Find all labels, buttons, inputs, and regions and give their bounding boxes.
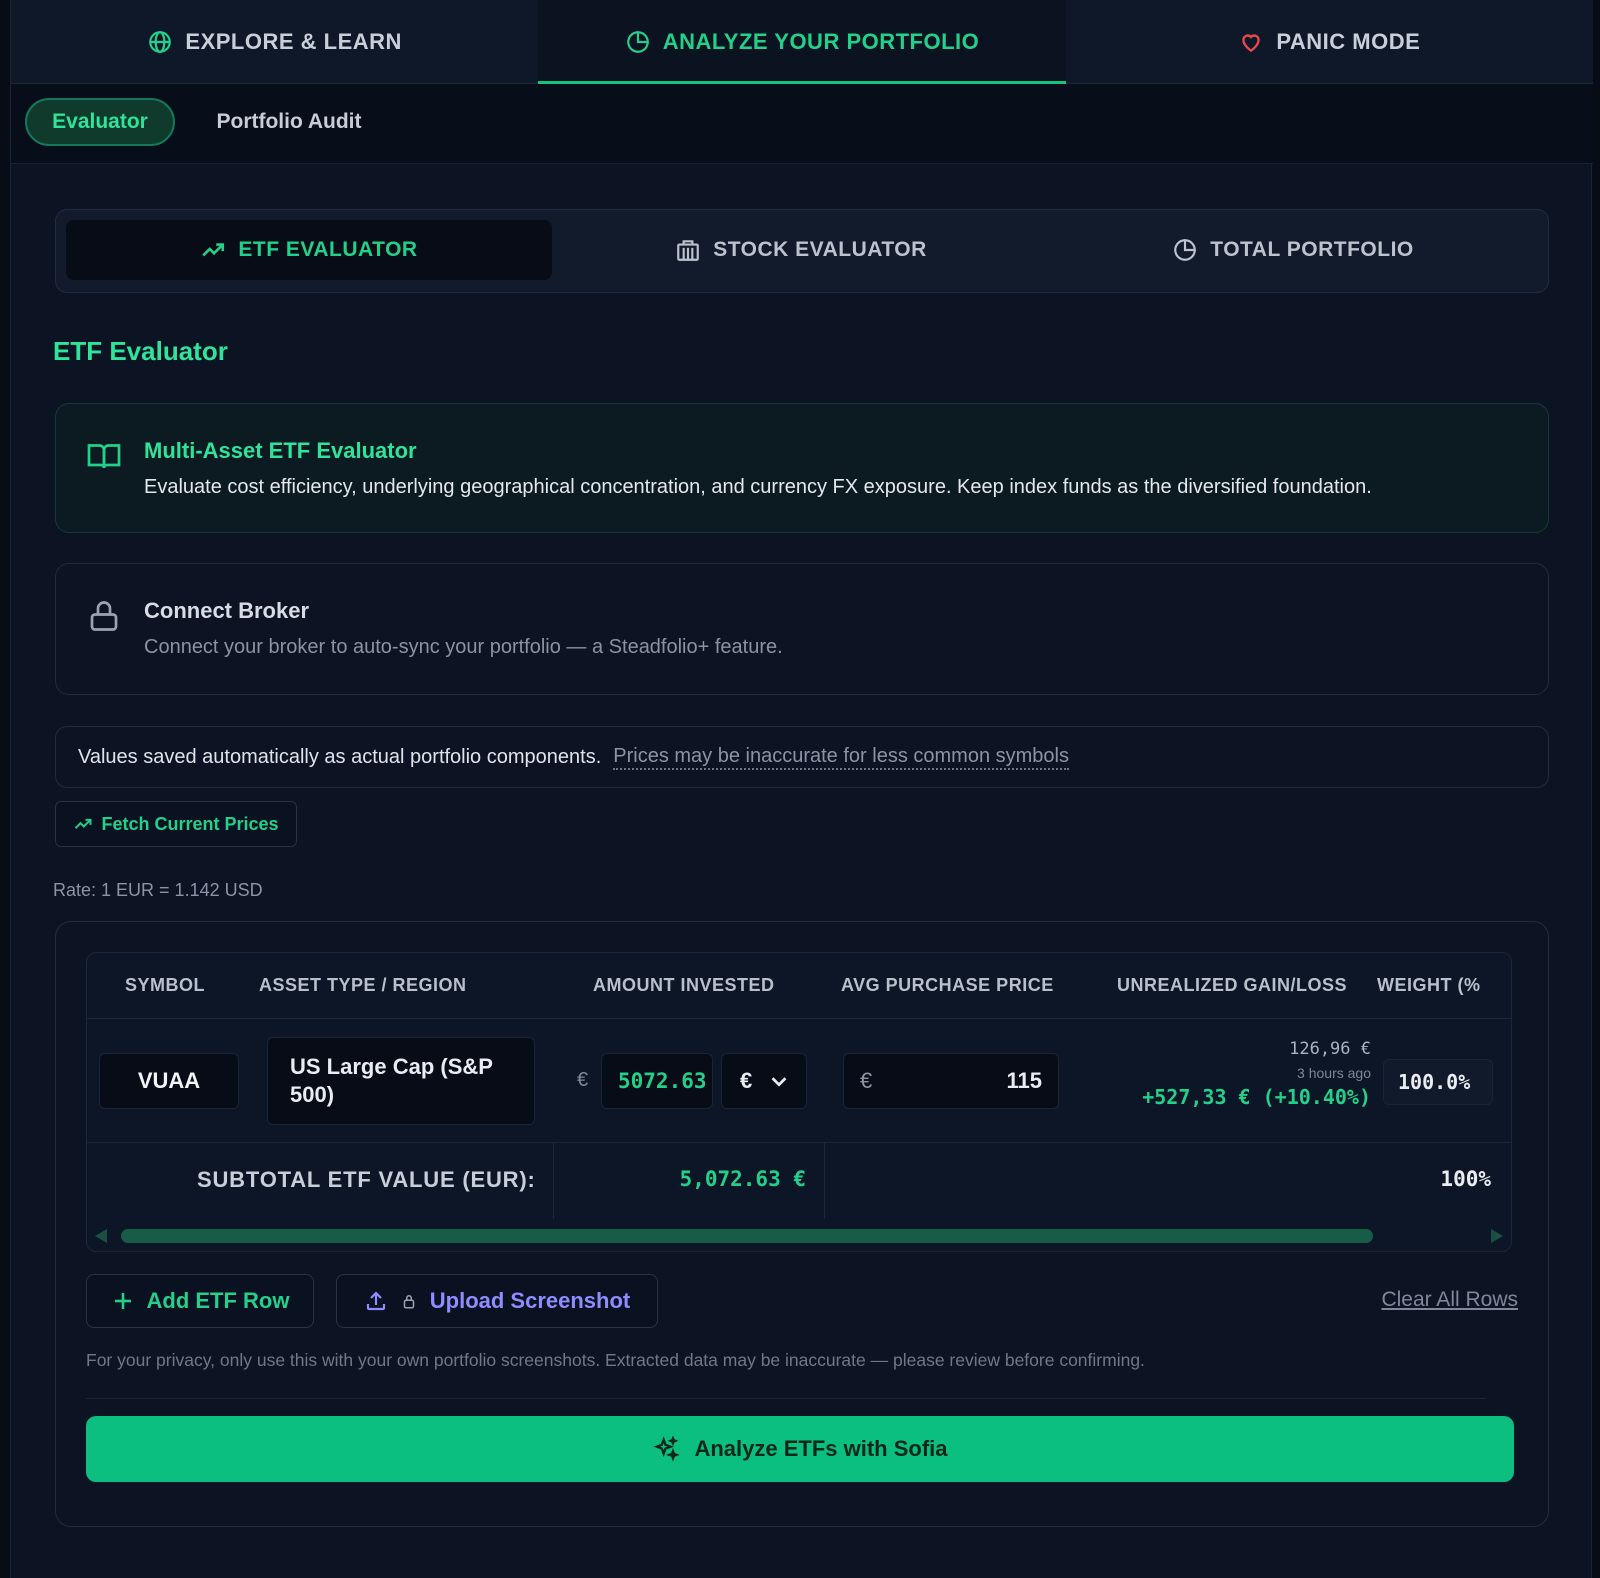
tab-label: ANALYZE YOUR PORTFOLIO — [662, 28, 980, 54]
symbol-input[interactable]: VUAA — [99, 1053, 239, 1109]
info-card-title: Multi-Asset ETF Evaluator — [144, 438, 417, 463]
header-unrealized-gain: UNREALIZED GAIN/LOSS — [1117, 975, 1348, 995]
fetch-prices-button[interactable]: Fetch Current Prices — [55, 801, 297, 847]
tab-stock-evaluator[interactable]: STOCK EVALUATOR — [556, 220, 1046, 280]
fx-rate: Rate: 1 EUR = 1.142 USD — [53, 880, 263, 900]
privacy-note: For your privacy, only use this with you… — [86, 1350, 1145, 1370]
trending-up-icon — [202, 243, 225, 257]
currency-value: € — [740, 1068, 753, 1093]
chevron-down-icon — [771, 1077, 787, 1087]
book-open-icon — [87, 444, 121, 469]
subtotal-weight: 100% — [1440, 1167, 1491, 1191]
broker-card-title: Connect Broker — [144, 598, 310, 623]
pie-chart-icon — [1174, 239, 1197, 261]
tab-analyze-portfolio[interactable]: ANALYZE YOUR PORTFOLIO — [538, 0, 1066, 84]
pill-portfolio-audit[interactable]: Portfolio Audit — [189, 98, 389, 146]
horizontal-scrollbar[interactable] — [87, 1219, 1511, 1251]
plus-icon — [114, 1293, 131, 1309]
current-price: 126,96 € — [1289, 1039, 1371, 1059]
avg-price-input[interactable]: € 115 — [843, 1053, 1059, 1109]
scrollbar-thumb[interactable] — [121, 1229, 1373, 1243]
notice-text: Values saved automatically as actual por… — [78, 745, 602, 768]
subtotal-value-cell: 5,072.63 € — [553, 1143, 825, 1219]
scroll-left-icon[interactable] — [95, 1229, 107, 1243]
price-updated-time: 3 hours ago — [1297, 1065, 1371, 1081]
sparkles-icon — [653, 1435, 681, 1462]
divider — [86, 1398, 1486, 1399]
header-weight: WEIGHT (% — [1377, 975, 1481, 995]
heart-icon — [1242, 33, 1261, 52]
amount-currency-label: € — [577, 1069, 589, 1091]
subtotal-value: 5,072.63 € — [679, 1167, 806, 1191]
scroll-right-icon[interactable] — [1491, 1229, 1503, 1243]
building-icon — [677, 240, 700, 261]
tab-etf-evaluator[interactable]: ETF EVALUATOR — [66, 220, 552, 280]
etf-table: SYMBOL ASSET TYPE / REGION AMOUNT INVEST… — [86, 952, 1512, 1252]
page-title: ETF Evaluator — [53, 336, 228, 366]
analyze-etfs-label: Analyze ETFs with Sofia — [694, 1436, 948, 1461]
top-nav: EXPLORE & LEARN ANALYZE YOUR PORTFOLIO P… — [11, 0, 1593, 84]
pill-evaluator[interactable]: Evaluator — [25, 98, 175, 146]
tab-label: ETF EVALUATOR — [238, 238, 418, 261]
tab-label: STOCK EVALUATOR — [713, 238, 927, 261]
tab-label: EXPLORE & LEARN — [185, 28, 402, 54]
add-etf-row-button[interactable]: Add ETF Row — [86, 1274, 314, 1328]
lock-icon — [90, 601, 118, 631]
avg-price-currency: € — [860, 1068, 873, 1093]
broker-card-description: Connect your broker to auto-sync your po… — [144, 636, 783, 658]
trending-up-icon — [75, 818, 92, 829]
analyze-etfs-button[interactable]: Analyze ETFs with Sofia — [86, 1416, 1514, 1482]
subtotal-label: SUBTOTAL ETF VALUE (EUR): — [197, 1167, 536, 1192]
tab-explore-learn[interactable]: EXPLORE & LEARN — [11, 0, 538, 83]
upload-screenshot-button[interactable]: Upload Screenshot — [336, 1274, 658, 1328]
table-row: VUAA US Large Cap (S&P 500) € 5072.63 € … — [87, 1019, 1511, 1143]
tab-label: TOTAL PORTFOLIO — [1210, 238, 1414, 261]
sub-nav: Evaluator Portfolio Audit — [11, 84, 1593, 164]
evaluator-tabs: ETF EVALUATOR STOCK EVALUATOR TOTAL PORT… — [55, 209, 1549, 293]
region-field[interactable]: US Large Cap (S&P 500) — [267, 1037, 535, 1125]
autosave-notice: Values saved automatically as actual por… — [55, 726, 1549, 788]
subtotal-row: SUBTOTAL ETF VALUE (EUR): 5,072.63 € 100… — [87, 1143, 1511, 1219]
amount-invested-input[interactable]: 5072.63 — [601, 1053, 713, 1109]
upload-icon — [366, 1291, 385, 1311]
table-header: SYMBOL ASSET TYPE / REGION AMOUNT INVEST… — [87, 953, 1511, 1019]
header-symbol: SYMBOL — [125, 975, 206, 995]
tab-label: PANIC MODE — [1276, 28, 1421, 54]
info-card: Multi-Asset ETF Evaluator Evaluate cost … — [55, 403, 1549, 533]
clear-all-rows-link[interactable]: Clear All Rows — [1381, 1288, 1518, 1312]
header-avg-purchase-price: AVG PURCHASE PRICE — [841, 975, 1054, 995]
gain-loss-value: +527,33 € (+10.40%) — [1142, 1085, 1371, 1109]
pie-chart-icon — [626, 30, 649, 53]
price-accuracy-tooltip[interactable]: Prices may be inaccurate for less common… — [613, 745, 1069, 770]
unrealized-gain-cell: 126,96 € 3 hours ago +527,33 € (+10.40%) — [1142, 1039, 1371, 1109]
connect-broker-card[interactable]: Connect Broker Connect your broker to au… — [55, 563, 1549, 695]
header-amount-invested: AMOUNT INVESTED — [593, 975, 775, 995]
etf-table-card: SYMBOL ASSET TYPE / REGION AMOUNT INVEST… — [55, 921, 1549, 1527]
lock-small-icon — [403, 1295, 414, 1309]
tab-total-portfolio[interactable]: TOTAL PORTFOLIO — [1046, 220, 1540, 280]
header-asset-type: ASSET TYPE / REGION — [259, 975, 467, 995]
upload-screenshot-label: Upload Screenshot — [429, 1288, 631, 1313]
tab-panic-mode[interactable]: PANIC MODE — [1066, 0, 1593, 83]
add-etf-row-label: Add ETF Row — [146, 1288, 290, 1313]
info-card-description: Evaluate cost efficiency, underlying geo… — [144, 476, 1372, 498]
weight-input[interactable]: 100.0% — [1383, 1059, 1493, 1105]
currency-select[interactable]: € — [721, 1053, 807, 1109]
avg-price-value: 115 — [1006, 1068, 1043, 1093]
app-frame: EXPLORE & LEARN ANALYZE YOUR PORTFOLIO P… — [10, 0, 1593, 1578]
fetch-prices-label: Fetch Current Prices — [101, 813, 279, 834]
globe-icon — [149, 30, 172, 53]
